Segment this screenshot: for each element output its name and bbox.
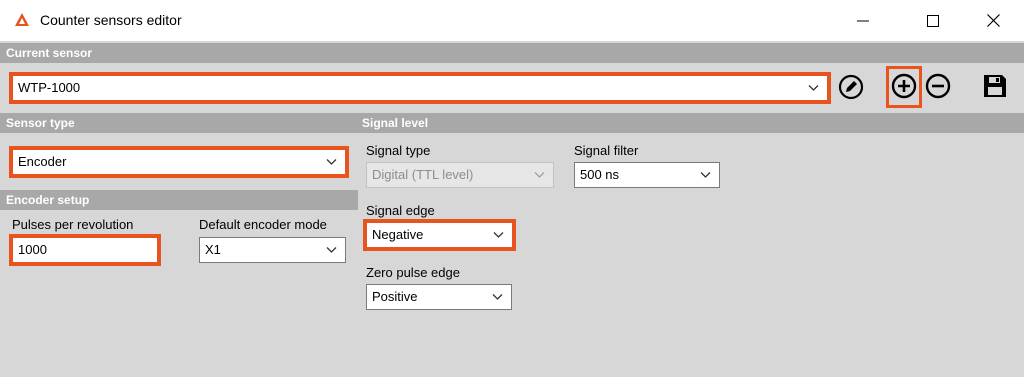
add-sensor-button[interactable] [889,72,919,102]
signal-level-header: Signal level [358,113,1024,133]
default-encoder-mode-label: Default encoder mode [199,217,327,232]
chevron-down-icon [326,247,337,253]
sensor-type-dropdown[interactable]: Encoder [9,146,349,178]
window-title: Counter sensors editor [40,12,182,28]
close-icon [986,14,1000,27]
sensor-type-value: Encoder [18,154,67,169]
zero-pulse-edge-label: Zero pulse edge [366,265,460,280]
editor-body: Current sensor WTP-1000 Sensor type Enco… [0,41,1024,377]
dewesoft-logo-icon [14,12,30,28]
default-encoder-mode-dropdown[interactable]: X1 [199,237,346,263]
signal-edge-label: Signal edge [366,203,435,218]
signal-edge-dropdown[interactable]: Negative [363,219,516,251]
minimize-button[interactable] [840,0,886,41]
title-bar: Counter sensors editor [0,0,1024,41]
pulses-per-revolution-value: 1000 [18,242,47,257]
zero-pulse-edge-dropdown[interactable]: Positive [366,284,512,310]
current-sensor-header: Current sensor [0,43,1024,63]
close-button[interactable] [970,0,1016,41]
signal-type-value: Digital (TTL level) [372,167,474,182]
chevron-down-icon [700,172,711,178]
zero-pulse-edge-value: Positive [372,289,418,304]
signal-type-dropdown: Digital (TTL level) [366,162,554,188]
signal-filter-dropdown[interactable]: 500 ns [574,162,720,188]
pulses-per-revolution-label: Pulses per revolution [12,217,134,232]
pencil-circle-icon [838,74,864,103]
chevron-down-icon [534,172,545,178]
current-sensor-dropdown[interactable]: WTP-1000 [9,72,831,104]
remove-sensor-button[interactable] [923,72,953,102]
sensor-type-header: Sensor type [0,113,358,133]
current-sensor-value: WTP-1000 [18,80,81,95]
plus-circle-icon [891,73,917,102]
minimize-icon [857,20,869,22]
signal-filter-value: 500 ns [580,167,620,182]
chevron-down-icon [326,159,337,165]
maximize-icon [927,14,939,27]
pulses-per-revolution-input[interactable]: 1000 [9,234,161,266]
chevron-down-icon [808,85,819,91]
default-encoder-mode-value: X1 [205,242,221,257]
save-icon [982,73,1008,102]
minus-circle-icon [925,73,951,102]
encoder-setup-header: Encoder setup [0,190,358,210]
signal-edge-value: Negative [372,227,424,242]
save-sensor-button[interactable] [979,72,1011,102]
signal-type-label: Signal type [366,143,431,158]
edit-sensor-button[interactable] [836,73,866,103]
signal-filter-label: Signal filter [574,143,639,158]
maximize-button[interactable] [910,0,956,41]
chevron-down-icon [493,232,504,238]
chevron-down-icon [492,294,503,300]
